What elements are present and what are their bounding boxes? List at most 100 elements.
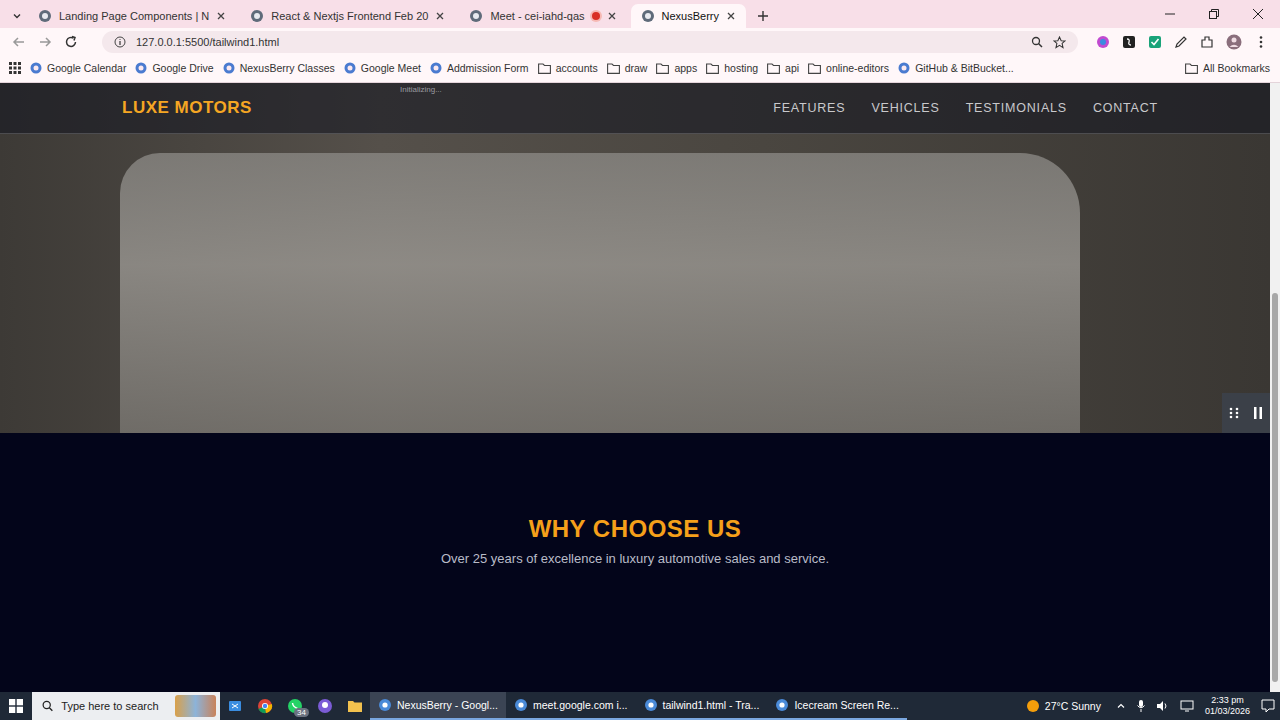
tab-search-button[interactable]: [6, 4, 28, 28]
nav-link[interactable]: VEHICLES: [871, 101, 939, 115]
brand-logo[interactable]: LUXE MOTORS: [122, 98, 252, 118]
all-bookmarks[interactable]: All Bookmarks: [1185, 62, 1270, 74]
pinned-app[interactable]: 34: [280, 692, 310, 720]
weather-widget[interactable]: 27°C Sunny: [1027, 700, 1101, 712]
bookmark-label: NexusBerry Classes: [240, 62, 335, 74]
folder-icon: [656, 63, 669, 74]
close-icon[interactable]: [607, 11, 617, 21]
app-icon: [775, 698, 789, 712]
microphone-icon[interactable]: [1136, 699, 1146, 713]
side-widget[interactable]: [1222, 393, 1270, 433]
clock-date: 01/03/2026: [1205, 706, 1250, 717]
screen: Landing Page Components | N React & Nextj…: [0, 0, 1280, 720]
taskbar-app[interactable]: tailwind1.html - Tra...: [636, 692, 768, 720]
site-favicon-icon: [30, 62, 42, 74]
bookmark[interactable]: hosting: [706, 62, 758, 74]
taskbar-app[interactable]: Icecream Screen Re...: [767, 692, 906, 720]
address-text: 127.0.0.1:5500/tailwind1.html: [136, 36, 279, 48]
browser-tab[interactable]: React & Nextjs Frontend Feb 20: [240, 4, 455, 28]
chrome-icon: [257, 698, 273, 714]
pinned-app[interactable]: [220, 692, 250, 720]
chevron-down-icon: [12, 11, 22, 21]
clock[interactable]: 2:33 pm01/03/2026: [1205, 695, 1250, 717]
nav-link[interactable]: TESTIMONIALS: [966, 101, 1067, 115]
close-icon[interactable]: [216, 11, 226, 21]
sun-icon: [1027, 700, 1039, 712]
close-icon[interactable]: [435, 11, 445, 21]
close-window-button[interactable]: [1236, 0, 1280, 28]
taskbar-app[interactable]: NexusBerry - Googl...: [370, 692, 506, 720]
bookmark[interactable]: online-editors: [808, 62, 889, 74]
search-icon: [42, 700, 53, 712]
star-icon[interactable]: [1053, 36, 1066, 49]
taskbar-search[interactable]: Type here to search: [32, 692, 220, 720]
forward-icon[interactable]: [38, 35, 52, 49]
taskbar-app-label: meet.google.com i...: [533, 699, 628, 711]
folder-icon: [706, 63, 719, 74]
start-button[interactable]: [0, 692, 32, 720]
back-icon[interactable]: [12, 35, 26, 49]
menu-icon[interactable]: [1254, 35, 1268, 49]
profile-icon[interactable]: [1226, 34, 1242, 50]
taskbar-app-label: NexusBerry - Googl...: [397, 699, 498, 711]
network-icon[interactable]: [1180, 700, 1194, 712]
pinned-app[interactable]: [340, 692, 370, 720]
bookmark[interactable]: NexusBerry Classes: [223, 62, 335, 74]
bookmark[interactable]: Addmission Form: [430, 62, 529, 74]
browser-tab[interactable]: NexusBerry: [631, 4, 746, 28]
bookmark[interactable]: apps: [656, 62, 697, 74]
extensions-icon[interactable]: [1200, 35, 1214, 49]
restore-button[interactable]: [1192, 0, 1236, 28]
drag-grid-icon[interactable]: [1229, 407, 1239, 419]
browser-tab[interactable]: Meet - cei-iahd-qas: [459, 4, 626, 28]
bookmark-label: draw: [625, 62, 648, 74]
zoom-icon[interactable]: [1031, 36, 1043, 48]
browser-tab[interactable]: Landing Page Components | N: [28, 4, 236, 28]
address-bar[interactable]: 127.0.0.1:5500/tailwind1.html: [102, 31, 1078, 53]
extension-pen-icon[interactable]: [1174, 35, 1188, 49]
new-tab-button[interactable]: [750, 4, 776, 28]
notification-badge: 34: [294, 708, 309, 717]
chevron-up-icon[interactable]: [1116, 701, 1126, 711]
bookmark[interactable]: api: [767, 62, 799, 74]
bookmark[interactable]: draw: [607, 62, 648, 74]
notifications-icon[interactable]: [1261, 699, 1275, 713]
extension-script-icon[interactable]: [1122, 35, 1136, 49]
bookmark[interactable]: GitHub & BitBucket...: [898, 62, 1014, 74]
minimize-icon: [1165, 9, 1175, 19]
scrollbar[interactable]: [1270, 83, 1280, 692]
bookmark[interactable]: Google Meet: [344, 62, 421, 74]
nav-link[interactable]: CONTACT: [1093, 101, 1158, 115]
bookmarks-bar: Google Calendar Google Drive NexusBerry Cl…: [0, 56, 1280, 83]
bookmark-label: GitHub & BitBucket...: [915, 62, 1014, 74]
extension-check-icon[interactable]: [1148, 35, 1162, 49]
pause-icon[interactable]: [1253, 406, 1263, 420]
minimize-button[interactable]: [1148, 0, 1192, 28]
bookmark[interactable]: accounts: [538, 62, 598, 74]
pinned-app[interactable]: [250, 692, 280, 720]
pinned-app[interactable]: [310, 692, 340, 720]
taskbar-app[interactable]: meet.google.com i...: [506, 692, 636, 720]
site-favicon-icon: [135, 62, 147, 74]
nav-link[interactable]: FEATURES: [773, 101, 845, 115]
why-choose-us-section: WHY CHOOSE USOver 25 years of excellence…: [0, 433, 1270, 692]
clock-time: 2:33 pm: [1211, 695, 1244, 706]
plus-icon: [757, 10, 769, 22]
bookmark[interactable]: Google Calendar: [30, 62, 126, 74]
taskbar-app-label: tailwind1.html - Tra...: [663, 699, 760, 711]
scrollbar-thumb[interactable]: [1272, 293, 1278, 682]
bookmark[interactable]: Google Drive: [135, 62, 213, 74]
file-explorer-icon: [347, 699, 363, 713]
site-info-icon[interactable]: [114, 36, 126, 48]
bookmark-label: hosting: [724, 62, 758, 74]
speaker-icon[interactable]: [1156, 699, 1170, 713]
restore-icon: [1209, 9, 1219, 19]
favicon-icon: [641, 9, 655, 23]
apps-grid-icon[interactable]: [9, 62, 21, 74]
bookmark-label: Google Meet: [361, 62, 421, 74]
reload-icon[interactable]: [64, 35, 78, 49]
extension-color-icon[interactable]: [1096, 35, 1110, 49]
close-icon[interactable]: [726, 11, 736, 21]
tab-label: Landing Page Components | N: [59, 10, 209, 22]
taskbar: Type here to search 34 NexusBerry - Googl.…: [0, 692, 1280, 720]
